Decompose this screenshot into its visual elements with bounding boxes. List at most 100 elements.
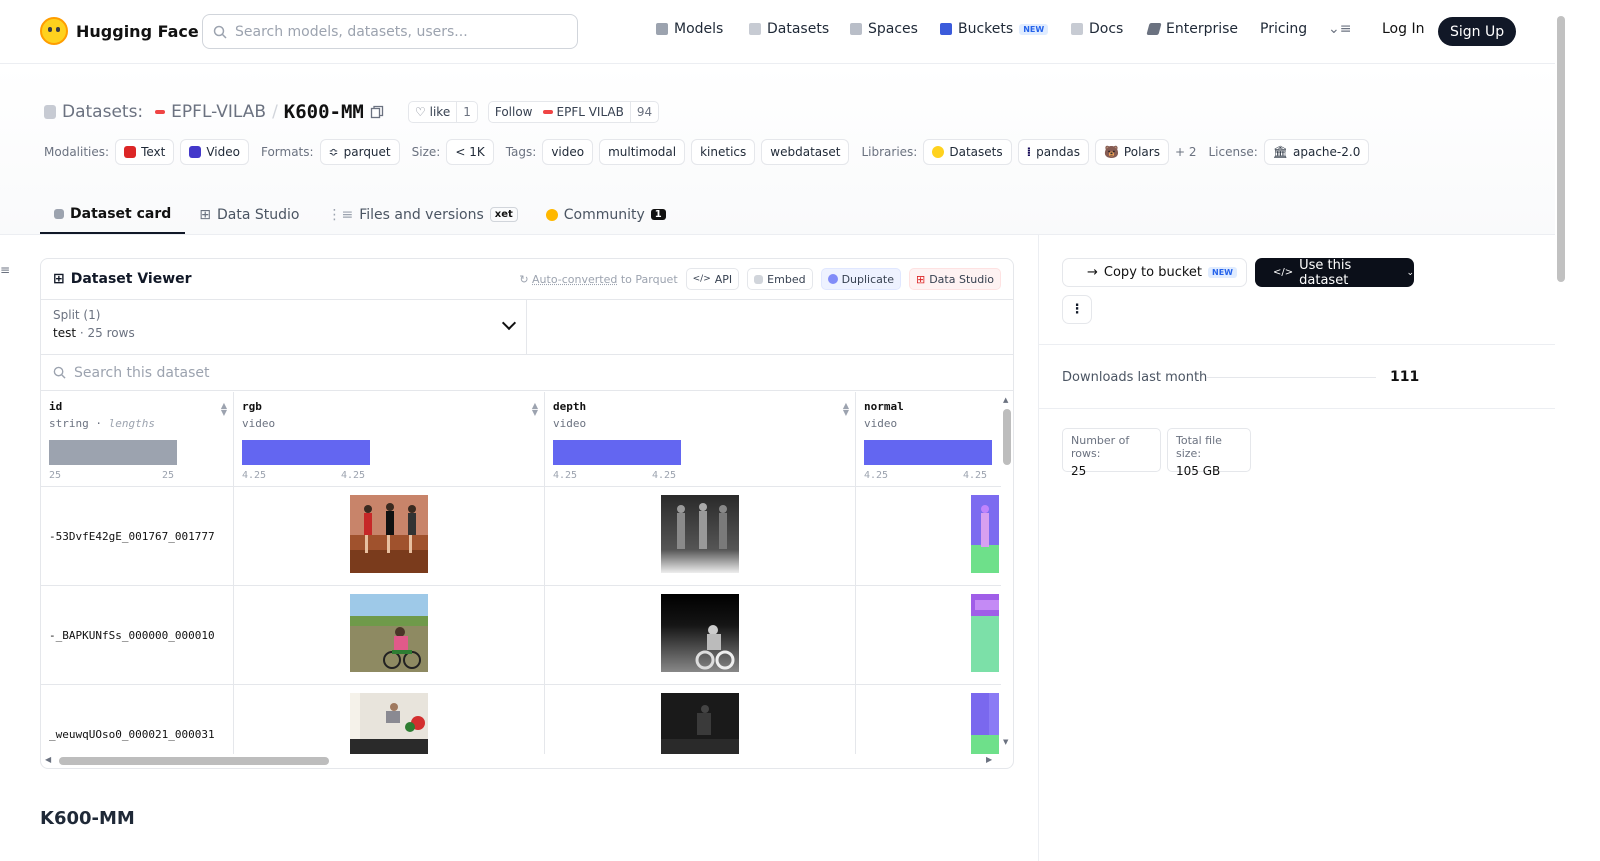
- normal-video-thumbnail[interactable]: [971, 693, 999, 754]
- viewer-search[interactable]: Search this dataset: [41, 355, 1013, 391]
- community-count: 1: [650, 209, 666, 220]
- depth-video-thumbnail[interactable]: [661, 693, 739, 754]
- page-scroll-thumb[interactable]: [1557, 16, 1565, 282]
- api-button[interactable]: </> API: [685, 268, 740, 290]
- nav-pricing[interactable]: Pricing: [1260, 21, 1307, 37]
- tag-kinetics[interactable]: kinetics: [691, 139, 756, 165]
- library-datasets[interactable]: Datasets: [923, 139, 1012, 165]
- stat-rows-value: 25: [1071, 464, 1087, 478]
- tab-community[interactable]: Community 1: [532, 195, 680, 234]
- modality-text-label: Text: [141, 145, 166, 159]
- libraries-more[interactable]: + 2: [1175, 145, 1197, 159]
- library-polars-label: Polars: [1123, 145, 1160, 159]
- normal-video-thumbnail[interactable]: [971, 594, 999, 672]
- nav-datasets[interactable]: Datasets: [749, 21, 829, 37]
- tab-dataset-card[interactable]: Dataset card: [40, 195, 186, 234]
- modality-text[interactable]: Text: [115, 139, 175, 165]
- vertical-scrollbar[interactable]: ▲ ▼: [1001, 392, 1013, 754]
- embed-button[interactable]: Embed: [747, 268, 813, 290]
- column-name: rgb: [242, 400, 262, 413]
- global-search[interactable]: [202, 14, 578, 49]
- modality-video[interactable]: Video: [180, 139, 249, 165]
- code-icon: </>: [692, 274, 711, 284]
- like-button[interactable]: ♡ like 1: [407, 101, 478, 123]
- search-icon: [213, 25, 227, 39]
- copy-icon[interactable]: [370, 105, 384, 119]
- column-header-rgb[interactable]: rgb video ▲ ▼ 4.25 4.25: [234, 392, 545, 487]
- dataset-name: K600-MM: [283, 101, 364, 123]
- rgb-video-thumbnail[interactable]: [350, 495, 428, 573]
- embed-icon: [754, 274, 764, 284]
- tag-multimodal[interactable]: multimodal: [599, 139, 686, 165]
- global-search-input[interactable]: [235, 23, 555, 40]
- depth-video-thumbnail[interactable]: [661, 495, 739, 573]
- normal-video-thumbnail[interactable]: [971, 495, 999, 573]
- size-tag[interactable]: < 1K: [446, 139, 494, 165]
- scroll-down-icon[interactable]: ▼: [1003, 738, 1008, 746]
- column-name: depth: [553, 400, 587, 413]
- viewer-title: Dataset Viewer: [70, 271, 192, 287]
- table-row[interactable]: -53DvfE42gE_001767_001777: [41, 487, 1001, 586]
- nav-enterprise-label: Enterprise: [1166, 21, 1239, 37]
- divider: [1039, 408, 1555, 409]
- depth-video-thumbnail[interactable]: [661, 594, 739, 672]
- histogram-bar[interactable]: [553, 440, 681, 465]
- more-options-button[interactable]: ⋮: [1062, 295, 1092, 324]
- histogram-bar[interactable]: [242, 440, 370, 465]
- hf-logo[interactable]: Hugging Face: [40, 17, 199, 45]
- library-polars[interactable]: 🐻 Polars: [1094, 139, 1169, 165]
- login-link[interactable]: Log In: [1382, 21, 1424, 37]
- scroll-right-icon[interactable]: ▶: [986, 755, 992, 764]
- sort-icon[interactable]: ▲ ▼: [843, 402, 849, 417]
- tab-files-versions[interactable]: ⋮≡ Files and versions xet: [313, 195, 531, 234]
- datasets-breadcrumb[interactable]: Datasets:: [62, 102, 143, 122]
- nav-spaces[interactable]: Spaces: [850, 21, 918, 37]
- scroll-left-icon[interactable]: ◀: [45, 755, 51, 764]
- duplicate-button[interactable]: Duplicate: [820, 268, 901, 290]
- vertical-scroll-thumb[interactable]: [1003, 409, 1011, 465]
- nav-enterprise[interactable]: Enterprise: [1146, 21, 1239, 37]
- sort-icon[interactable]: ▲ ▼: [221, 402, 227, 417]
- split-selector[interactable]: Split (1) test · 25 rows: [41, 300, 527, 354]
- rgb-video-thumbnail[interactable]: [350, 594, 428, 672]
- table-row[interactable]: -_BAPKUNfSs_000000_000010: [41, 586, 1001, 685]
- histogram-bar[interactable]: [864, 440, 992, 465]
- column-type: video: [864, 417, 898, 430]
- downloads-value: 111: [1390, 369, 1420, 385]
- nav-models[interactable]: Models: [656, 21, 723, 37]
- license-icon: 🏛: [1272, 145, 1288, 159]
- rgb-video-thumbnail[interactable]: [350, 693, 428, 754]
- horizontal-scroll-thumb[interactable]: [59, 757, 329, 765]
- sort-icon[interactable]: ▲ ▼: [532, 402, 538, 417]
- data-studio-button[interactable]: ⊞ Data Studio: [908, 268, 1001, 290]
- tab-data-studio[interactable]: ⊞ Data Studio: [185, 195, 313, 234]
- histogram-bar[interactable]: [49, 440, 177, 465]
- horizontal-scrollbar[interactable]: ◀ ▶: [41, 754, 1013, 768]
- libraries-label: Libraries:: [861, 145, 918, 159]
- tag-webdataset[interactable]: webdataset: [761, 139, 850, 165]
- library-pandas[interactable]: ⁞ pandas: [1017, 139, 1089, 165]
- xet-badge: xet: [489, 207, 518, 222]
- auto-converted-link[interactable]: Auto-converted: [532, 273, 617, 286]
- duplicate-label: Duplicate: [841, 272, 894, 286]
- histogram-min: 4.25: [553, 470, 578, 481]
- column-header-id[interactable]: id string · lengths ▲ ▼ 25 25: [41, 392, 234, 487]
- more-menu-icon[interactable]: ⌄≡: [1328, 21, 1351, 37]
- column-header-depth[interactable]: depth video ▲ ▼ 4.25 4.25: [545, 392, 856, 487]
- follow-button[interactable]: Follow EPFL VILAB 94: [487, 101, 660, 123]
- use-dataset-button[interactable]: </> Use this dataset ⌄: [1255, 258, 1414, 288]
- nav-buckets[interactable]: Buckets NEW: [940, 21, 1049, 37]
- nav-docs[interactable]: Docs: [1071, 21, 1123, 37]
- copy-to-bucket-button[interactable]: → Copy to bucket NEW: [1062, 258, 1247, 287]
- signup-button[interactable]: Sign Up: [1438, 17, 1517, 46]
- embed-label: Embed: [767, 272, 806, 286]
- histogram-max: 4.25: [963, 470, 988, 481]
- scroll-up-icon[interactable]: ▲: [1003, 396, 1008, 404]
- table-row[interactable]: _weuwqUOso0_000021_000031: [41, 685, 1001, 754]
- tag-video[interactable]: video: [542, 139, 594, 165]
- org-link[interactable]: EPFL-VILAB: [171, 102, 266, 122]
- license-tag[interactable]: 🏛 apache-2.0: [1263, 139, 1370, 165]
- column-header-normal[interactable]: normal video 4.25 4.25: [856, 392, 1001, 487]
- format-parquet[interactable]: ≎ parquet: [319, 139, 400, 165]
- sidebar-toggle-icon[interactable]: ≡: [0, 263, 10, 277]
